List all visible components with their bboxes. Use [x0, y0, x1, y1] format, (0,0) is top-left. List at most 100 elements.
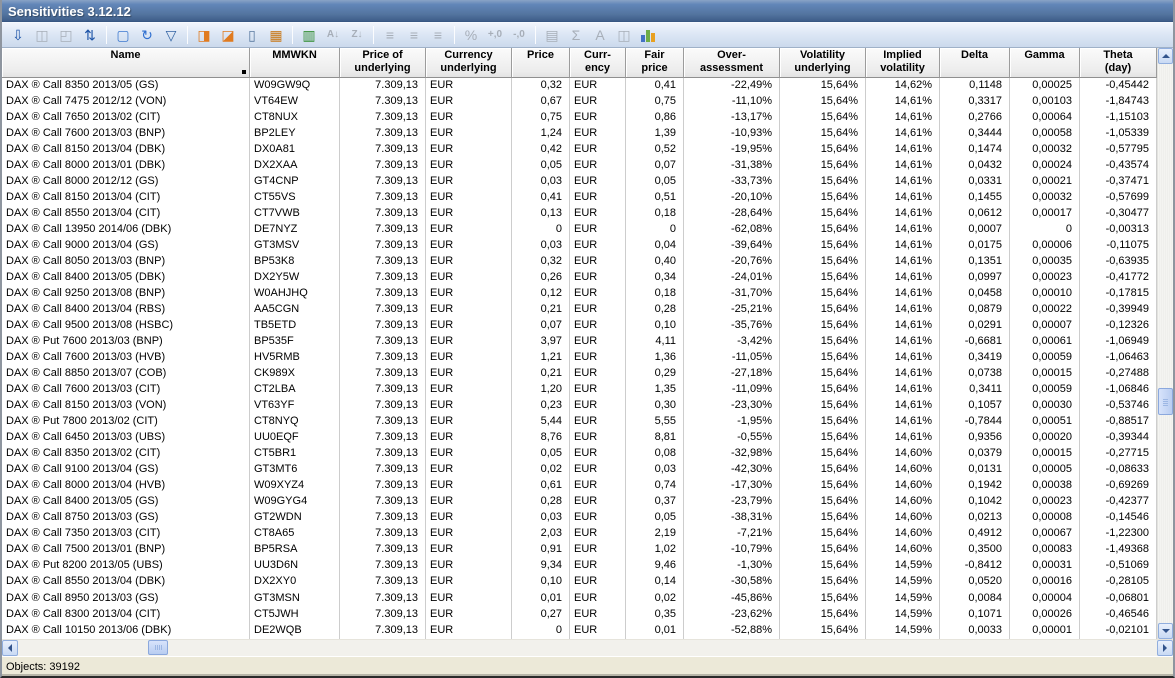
column-header-price_underlying[interactable]: Price of underlying: [340, 48, 426, 78]
cell-currency_underlying: EUR: [426, 222, 512, 238]
column-filter-icon[interactable]: ▥: [298, 25, 320, 45]
column-header-currency[interactable]: Curr- ency: [570, 48, 626, 78]
chart-icon[interactable]: [637, 25, 659, 45]
cell-gamma: 0,00016: [1010, 574, 1080, 590]
scroll-right-button[interactable]: [1157, 640, 1173, 656]
cell-overassessment: -23,30%: [684, 398, 780, 414]
title-bar[interactable]: Sensitivities 3.12.12: [2, 0, 1173, 22]
scroll-up-button[interactable]: [1158, 48, 1173, 64]
cell-gamma: 0,00032: [1010, 142, 1080, 158]
cell-volatility_underlying: 15,64%: [780, 398, 866, 414]
column-header-gamma[interactable]: Gamma: [1010, 48, 1080, 78]
cell-price: 0,10: [512, 574, 570, 590]
table-row[interactable]: DAX ® Put 7600 2013/03 (BNP)BP535F7.309,…: [2, 334, 1157, 350]
table-row[interactable]: DAX ® Call 7475 2012/12 (VON)VT64EW7.309…: [2, 94, 1157, 110]
table-row[interactable]: DAX ® Call 6450 2013/03 (UBS)UU0EQF7.309…: [2, 430, 1157, 446]
table-row[interactable]: DAX ® Call 8550 2013/04 (DBK)DX2XY07.309…: [2, 574, 1157, 590]
cell-delta: 0,2766: [940, 110, 1010, 126]
table-row[interactable]: DAX ® Call 8300 2013/04 (CIT)CT5JWH7.309…: [2, 607, 1157, 623]
cell-delta: 0,0458: [940, 286, 1010, 302]
export-icon[interactable]: ⇩: [7, 25, 29, 45]
table-row[interactable]: DAX ® Call 13950 2014/06 (DBK)DE7NYZ7.30…: [2, 222, 1157, 238]
cell-implied_volatility: 14,61%: [866, 238, 940, 254]
column-header-theta_day[interactable]: Theta (day): [1080, 48, 1157, 78]
cell-price_underlying: 7.309,13: [340, 366, 426, 382]
cell-theta_day: -1,22300: [1080, 526, 1157, 542]
table-row[interactable]: DAX ® Call 7650 2013/02 (CIT)CT8NUX7.309…: [2, 110, 1157, 126]
table-row[interactable]: DAX ® Call 8400 2013/04 (RBS)AA5CGN7.309…: [2, 302, 1157, 318]
horizontal-scroll-thumb[interactable]: [148, 640, 168, 655]
table-row[interactable]: DAX ® Call 10150 2013/06 (DBK)DE2WQB7.30…: [2, 623, 1157, 639]
table-row[interactable]: DAX ® Call 8000 2013/04 (HVB)W09XYZ47.30…: [2, 478, 1157, 494]
cell-theta_day: -0,41772: [1080, 270, 1157, 286]
set-value-down-icon[interactable]: ◪: [217, 25, 239, 45]
cell-overassessment: -52,88%: [684, 623, 780, 639]
column-header-currency_underlying[interactable]: Currency underlying: [426, 48, 512, 78]
table-row[interactable]: DAX ® Call 9000 2013/04 (GS)GT3MSV7.309,…: [2, 238, 1157, 254]
column-header-name[interactable]: Name: [2, 48, 250, 78]
cell-fair_price: 0,35: [626, 607, 684, 623]
table-row[interactable]: DAX ® Call 8000 2012/12 (GS)GT4CNP7.309,…: [2, 174, 1157, 190]
horizontal-scrollbar[interactable]: [2, 639, 1173, 656]
table-row[interactable]: DAX ® Call 8350 2013/02 (CIT)CT5BR17.309…: [2, 446, 1157, 462]
vertical-scroll-thumb[interactable]: [1158, 388, 1173, 415]
table-row[interactable]: DAX ® Call 8150 2013/03 (VON)VT63YF7.309…: [2, 398, 1157, 414]
column-header-fair_price[interactable]: Fair price: [626, 48, 684, 78]
scroll-left-button[interactable]: [2, 640, 18, 656]
horizontal-scroll-track[interactable]: [18, 640, 1157, 656]
fit-height-icon[interactable]: ⇅: [79, 25, 101, 45]
column-header-volatility_underlying[interactable]: Volatility underlying: [780, 48, 866, 78]
cell-currency_underlying: EUR: [426, 350, 512, 366]
cell-mmwkn: CT55VS: [250, 190, 340, 206]
table-row[interactable]: DAX ® Call 7600 2013/03 (BNP)BP2LEY7.309…: [2, 126, 1157, 142]
new-window-icon[interactable]: ▢: [112, 25, 134, 45]
table-row[interactable]: DAX ® Call 8000 2013/01 (DBK)DX2XAA7.309…: [2, 158, 1157, 174]
fill-values-icon[interactable]: ▦: [265, 25, 287, 45]
cell-volatility_underlying: 15,64%: [780, 462, 866, 478]
table-row[interactable]: DAX ® Call 9100 2013/04 (GS)GT3MT67.309,…: [2, 462, 1157, 478]
column-header-price[interactable]: Price: [512, 48, 570, 78]
filter-settings-icon[interactable]: ▽: [160, 25, 182, 45]
column-header-overassessment[interactable]: Over- assessment: [684, 48, 780, 78]
grid-header-row: NameMMWKNPrice of underlyingCurrency und…: [2, 48, 1157, 78]
cell-theta_day: -1,06949: [1080, 334, 1157, 350]
cell-currency_underlying: EUR: [426, 334, 512, 350]
table-row[interactable]: DAX ® Call 7600 2013/03 (HVB)HV5RMB7.309…: [2, 350, 1157, 366]
column-header-label: Fair price: [641, 49, 667, 75]
table-row[interactable]: DAX ® Call 8150 2013/04 (DBK)DX0A817.309…: [2, 142, 1157, 158]
refresh-icon[interactable]: ↻: [136, 25, 158, 45]
column-header-mmwkn[interactable]: MMWKN: [250, 48, 340, 78]
cell-delta: 0,9356: [940, 430, 1010, 446]
cell-currency_underlying: EUR: [426, 526, 512, 542]
clear-value-icon[interactable]: ▯: [241, 25, 263, 45]
table-row[interactable]: DAX ® Call 8750 2013/03 (GS)GT2WDN7.309,…: [2, 510, 1157, 526]
table-row[interactable]: DAX ® Call 8400 2013/05 (GS)W09GYG47.309…: [2, 494, 1157, 510]
table-row[interactable]: DAX ® Call 8150 2013/04 (CIT)CT55VS7.309…: [2, 190, 1157, 206]
vertical-scrollbar[interactable]: [1157, 48, 1173, 639]
table-row[interactable]: DAX ® Call 8050 2013/03 (BNP)BP53K87.309…: [2, 254, 1157, 270]
table-row[interactable]: DAX ® Call 8350 2013/05 (GS)W09GW9Q7.309…: [2, 78, 1157, 94]
table-row[interactable]: DAX ® Call 8550 2013/04 (CIT)CT7VWB7.309…: [2, 206, 1157, 222]
cell-mmwkn: CT8NUX: [250, 110, 340, 126]
table-row[interactable]: DAX ® Put 8200 2013/05 (UBS)UU3D6N7.309,…: [2, 558, 1157, 574]
table-row[interactable]: DAX ® Call 8850 2013/07 (COB)CK989X7.309…: [2, 366, 1157, 382]
column-header-delta[interactable]: Delta: [940, 48, 1010, 78]
cell-name: DAX ® Call 7475 2012/12 (VON): [2, 94, 250, 110]
cell-name: DAX ® Call 8050 2013/03 (BNP): [2, 254, 250, 270]
cell-price_underlying: 7.309,13: [340, 542, 426, 558]
table-row[interactable]: DAX ® Call 8950 2013/03 (GS)GT3MSN7.309,…: [2, 591, 1157, 607]
table-row[interactable]: DAX ® Call 8400 2013/05 (DBK)DX2Y5W7.309…: [2, 270, 1157, 286]
table-row[interactable]: DAX ® Call 9500 2013/08 (HSBC)TB5ETD7.30…: [2, 318, 1157, 334]
cell-delta: 0,0175: [940, 238, 1010, 254]
set-value-right-icon[interactable]: ◨: [193, 25, 215, 45]
vertical-scroll-track[interactable]: [1158, 64, 1173, 623]
table-row[interactable]: DAX ® Call 7600 2013/03 (CIT)CT2LBA7.309…: [2, 382, 1157, 398]
table-row[interactable]: DAX ® Call 7350 2013/03 (CIT)CT8A657.309…: [2, 526, 1157, 542]
cell-currency: EUR: [570, 222, 626, 238]
table-row[interactable]: DAX ® Put 7800 2013/02 (CIT)CT8NYQ7.309,…: [2, 414, 1157, 430]
table-row[interactable]: DAX ® Call 7500 2013/01 (BNP)BP5RSA7.309…: [2, 542, 1157, 558]
cell-currency: EUR: [570, 414, 626, 430]
scroll-down-button[interactable]: [1158, 623, 1173, 639]
column-header-implied_volatility[interactable]: Implied volatility: [866, 48, 940, 78]
table-row[interactable]: DAX ® Call 9250 2013/08 (BNP)W0AHJHQ7.30…: [2, 286, 1157, 302]
